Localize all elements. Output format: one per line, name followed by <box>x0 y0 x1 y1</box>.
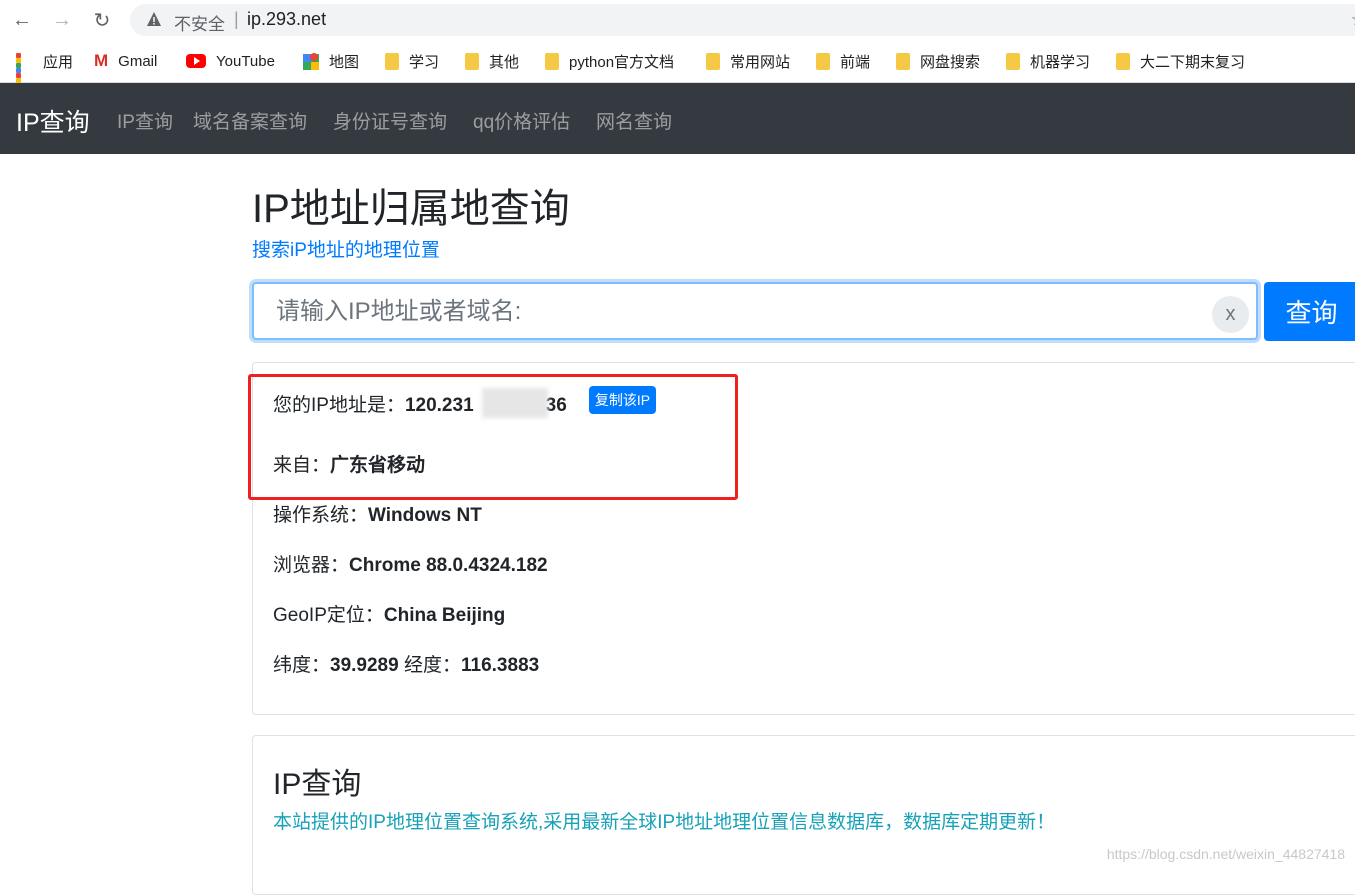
geo-label: GeoIP定位： <box>273 605 384 626</box>
bookmark-youtube[interactable]: YouTube <box>186 50 275 72</box>
security-label: 不安全 <box>174 15 225 34</box>
bookmark-label: 地图 <box>329 53 360 71</box>
search-box: x <box>252 282 1258 340</box>
bookmark-label: 其他 <box>489 53 520 71</box>
browser-row: 浏览器：Chrome 88.0.4324.182 <box>273 550 548 577</box>
lat-value: 39.9289 <box>330 655 399 676</box>
os-label: 操作系统： <box>273 505 369 526</box>
bookmark-folder-python[interactable]: python官方文档 <box>545 50 674 72</box>
bookmark-folder-ml[interactable]: 机器学习 <box>1006 50 1090 72</box>
lat-label: 纬度： <box>273 655 331 676</box>
geo-value: China Beijing <box>383 605 506 626</box>
os-row: 操作系统：Windows NT <box>273 500 482 527</box>
bookmark-label: python官方文档 <box>569 53 675 71</box>
bookmark-label: 应用 <box>43 53 74 71</box>
site-navbar: IP查询 IP查询 域名备案查询 身份证号查询 qq价格评估 网名查询 <box>0 83 1355 154</box>
lng-value: 116.3883 <box>461 655 540 676</box>
youtube-icon <box>186 54 206 68</box>
bookmark-folder-frontend[interactable]: 前端 <box>816 50 870 72</box>
geoip-row: GeoIP定位：China Beijing <box>273 600 505 627</box>
bookmark-maps[interactable]: 地图 <box>303 50 359 72</box>
reload-icon[interactable]: ↻ <box>88 6 116 34</box>
url-text[interactable]: ip.293.net <box>247 9 326 30</box>
page-subtitle: 搜索iP地址的地理位置 <box>252 240 440 261</box>
site-brand[interactable]: IP查询 <box>16 103 90 139</box>
clear-button[interactable]: x <box>1212 296 1249 333</box>
folder-icon <box>816 52 830 70</box>
gmail-icon: M <box>94 51 109 70</box>
bookmark-label: YouTube <box>216 52 275 70</box>
folder-icon <box>706 52 720 70</box>
highlight-annotation-box <box>248 374 738 500</box>
folder-icon <box>465 52 479 70</box>
bookmark-apps[interactable]: 应用 <box>16 50 74 98</box>
browser-value: Chrome 88.0.4324.182 <box>349 555 548 576</box>
nav-link-domain-icp[interactable]: 域名备案查询 <box>193 107 307 134</box>
folder-icon <box>385 52 399 70</box>
warning-icon[interactable] <box>146 11 162 27</box>
os-value: Windows NT <box>368 505 482 526</box>
query-button[interactable]: 查询 <box>1264 282 1355 341</box>
bookmark-label: 大二下期末复习 <box>1140 53 1246 71</box>
folder-icon <box>896 52 910 70</box>
bookmark-label: 学习 <box>409 53 440 71</box>
browser-toolbar: ← → ↻ 不安全 | ip.293.net ☆ <box>0 0 1355 40</box>
bookmark-label: 常用网站 <box>730 53 791 71</box>
folder-icon <box>545 52 559 70</box>
watermark: https://blog.csdn.net/weixin_44827418 <box>1106 846 1345 862</box>
folder-icon <box>1006 52 1020 70</box>
bookmark-folder-other[interactable]: 其他 <box>465 50 519 72</box>
url-separator: | <box>234 9 239 29</box>
nav-link-qq-price[interactable]: qq价格评估 <box>473 107 570 134</box>
search-input[interactable] <box>274 296 1198 328</box>
maps-icon <box>303 53 319 70</box>
bookmark-folder-study[interactable]: 学习 <box>385 50 439 72</box>
nav-link-ip[interactable]: IP查询 <box>117 107 173 134</box>
bookmark-star-icon[interactable]: ☆ <box>1351 10 1355 30</box>
bookmark-label: 网盘搜索 <box>920 53 981 71</box>
bookmark-gmail[interactable]: M Gmail <box>94 50 157 72</box>
back-arrow-icon[interactable]: ← <box>8 6 36 34</box>
bookmark-label: Gmail <box>118 52 158 70</box>
browser-label: 浏览器： <box>273 555 350 576</box>
apps-grid-icon <box>16 52 33 98</box>
about-text: 本站提供的IP地理位置查询系统,采用最新全球IP地址地理位置信息数据库，数据库定… <box>273 812 1056 833</box>
bookmark-folder-common[interactable]: 常用网站 <box>706 50 790 72</box>
bookmark-label: 机器学习 <box>1030 53 1091 71</box>
lng-label: 经度： <box>403 655 461 676</box>
bookmark-folder-netdisk[interactable]: 网盘搜索 <box>896 50 980 72</box>
folder-icon <box>1116 52 1130 70</box>
address-bar[interactable]: 不安全 | ip.293.net ☆ <box>130 4 1355 36</box>
about-title: IP查询 <box>273 768 362 801</box>
page-title: IP地址归属地查询 <box>252 187 570 231</box>
bookmark-folder-review[interactable]: 大二下期末复习 <box>1116 50 1245 72</box>
nav-link-idcard[interactable]: 身份证号查询 <box>333 107 447 134</box>
bookmark-label: 前端 <box>840 53 871 71</box>
nav-link-nickname[interactable]: 网名查询 <box>596 107 672 134</box>
forward-arrow-icon[interactable]: → <box>48 6 76 34</box>
bookmarks-bar: 应用 M Gmail YouTube 地图 学习 其他 python官方文档 常… <box>0 40 1355 98</box>
coordinates-row: 纬度：39.9289 经度：116.3883 <box>273 650 539 677</box>
